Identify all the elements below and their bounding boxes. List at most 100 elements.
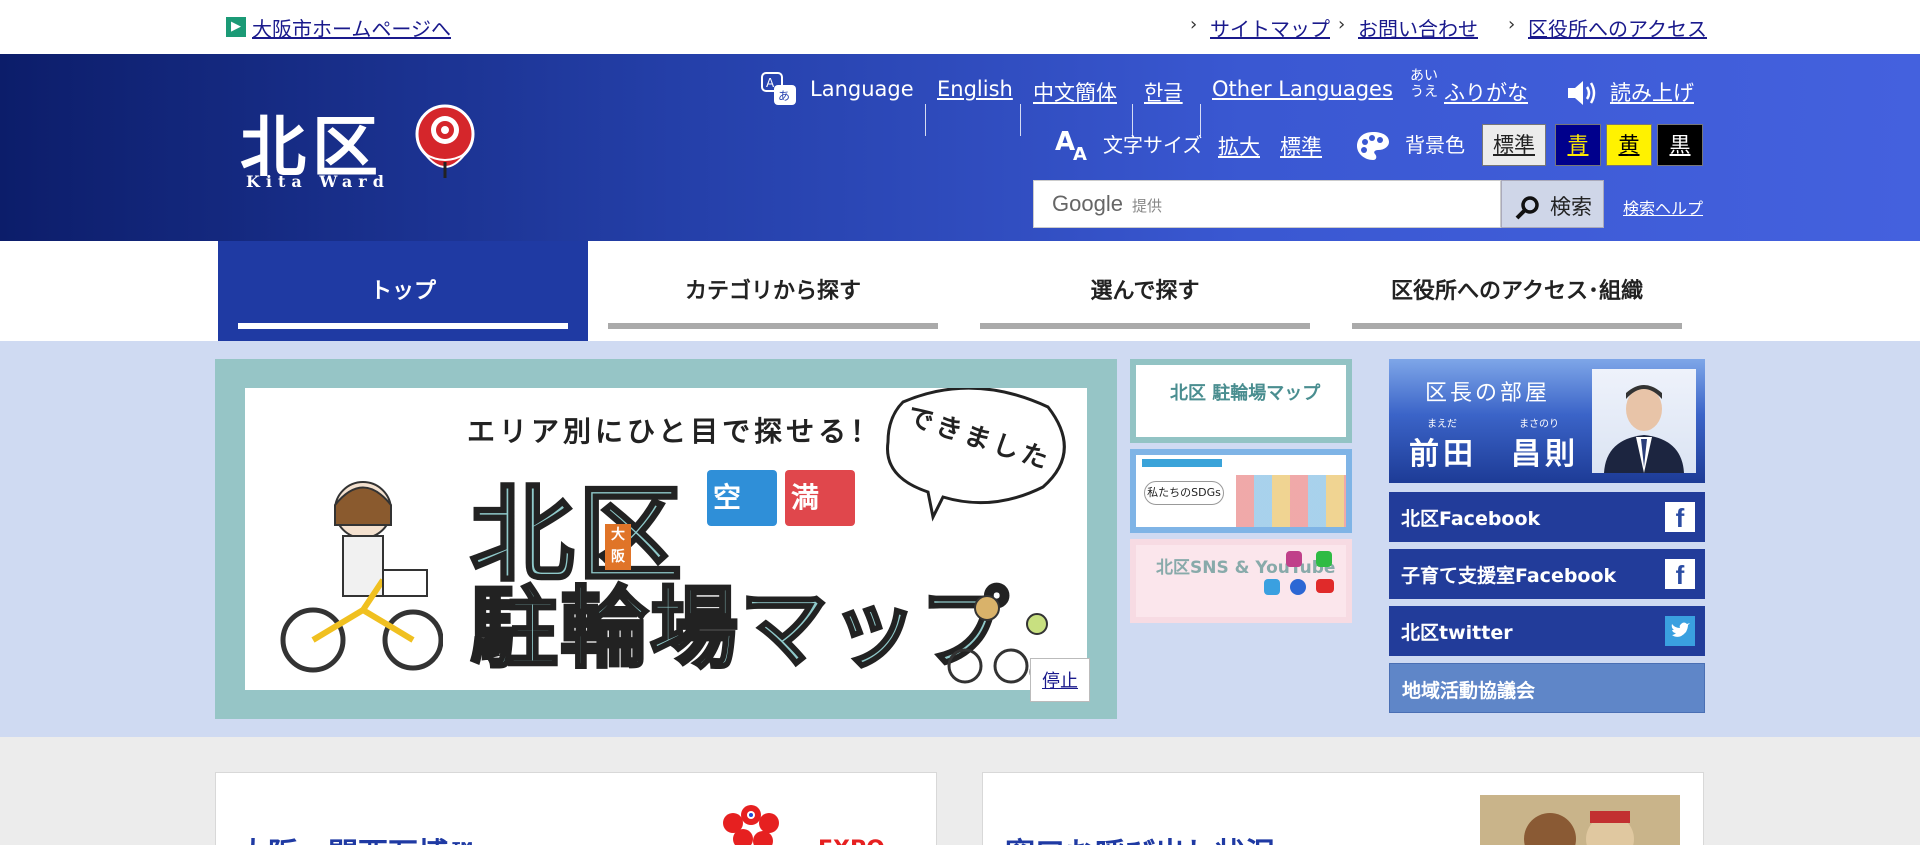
side-link-label: 北区twitter — [1401, 622, 1513, 644]
counter-status-photo — [1480, 795, 1680, 845]
read-aloud-link[interactable]: 読み上げ — [1610, 77, 1694, 107]
kita-facebook-link[interactable]: 北区Facebook f — [1389, 492, 1705, 542]
language-label: Language — [810, 77, 914, 101]
slide-title-line2: 駐輪場マップ — [468, 576, 1011, 682]
thumb-text: 北区SNS & YouTube — [1156, 558, 1336, 578]
girl-on-bicycle-illustration — [280, 481, 443, 673]
slide-caption: エリア別にひと目で探せる！ — [467, 415, 883, 448]
svg-text:A: A — [1073, 144, 1087, 162]
bg-black-button[interactable]: 黒 — [1657, 124, 1703, 166]
side-link-label: 地域活動協議会 — [1402, 680, 1536, 702]
sitemap-link[interactable]: サイトマップ — [1210, 13, 1330, 42]
tab-choose[interactable]: 選んで探す — [960, 241, 1330, 341]
mayor-photo — [1592, 369, 1696, 473]
kita-ward-logo[interactable]: 北区 Kita Ward — [240, 94, 490, 194]
tab-indicator — [1352, 323, 1682, 329]
lang-other-link[interactable]: Other Languages — [1212, 77, 1393, 101]
slide-bike-parking-map[interactable]: エリア別にひと目で探せる！ 北区 大阪 駐輪場マップ 空 満 できました — [245, 388, 1087, 690]
thumb-bike-map[interactable]: 北区 駐輪場マップ — [1130, 359, 1352, 443]
tab-label: トップ — [369, 279, 436, 304]
bg-standard-button[interactable]: 標準 — [1482, 124, 1546, 166]
search-icon — [1515, 196, 1539, 220]
mayor-ruby-family: まえだ — [1427, 419, 1457, 430]
facebook-icon: f — [1665, 502, 1695, 533]
lang-english-link[interactable]: English — [937, 77, 1013, 101]
tab-indicator — [238, 323, 568, 329]
osaka-city-home-link[interactable]: 大阪市ホームページへ — [252, 13, 451, 42]
banner-slider[interactable]: エリア別にひと目で探せる！ 北区 大阪 駐輪場マップ 空 満 できました — [215, 359, 1117, 719]
rose-emblem-icon — [415, 104, 475, 178]
expo-logo-text: EXPO — [818, 837, 885, 845]
mayor-room-banner[interactable]: 区長の部屋 まえだ まさのり 前田 昌則 — [1389, 359, 1705, 483]
separator — [925, 104, 926, 136]
svg-text:あ: あ — [778, 89, 790, 103]
facebook-icon — [1290, 579, 1306, 595]
counter-status-card[interactable]: 窓口お呼び出し状況 — [982, 772, 1704, 845]
bg-yellow-button[interactable]: 黄 — [1606, 124, 1652, 166]
tab-label: 選んで探す — [1090, 279, 1200, 304]
people-photo — [1236, 475, 1346, 527]
sign-full-label: 満 — [791, 481, 820, 514]
expo-card-title: 大阪・関西万博™ — [238, 829, 478, 845]
search-button-label: 検索 — [1550, 196, 1592, 219]
sign-full: 満 — [785, 470, 855, 526]
facebook-icon: f — [1665, 559, 1695, 590]
font-enlarge-link[interactable]: 拡大 — [1218, 131, 1260, 161]
mayor-room-title: 区長の部屋 — [1425, 381, 1551, 406]
instagram-icon — [1286, 551, 1302, 567]
childcare-facebook-link[interactable]: 子育て支援室Facebook f — [1389, 549, 1705, 599]
twitter-icon — [1264, 579, 1280, 595]
utility-bar: ▶ 大阪市ホームページへ › サイトマップ › お問い合わせ › 区役所へのアク… — [0, 0, 1920, 54]
lang-chinese-link[interactable]: 中文簡体 — [1033, 77, 1117, 107]
thumb-text: 北区 駐輪場マップ — [1170, 383, 1321, 404]
thumb-sns[interactable]: 北区SNS & YouTube — [1130, 539, 1352, 623]
thumb-sdgs[interactable]: 私たちのSDGs — [1130, 449, 1352, 533]
arrow-right-icon: ▶ — [226, 17, 246, 37]
kita-twitter-link[interactable]: 北区twitter — [1389, 606, 1705, 656]
chevron-right-icon: › — [1190, 14, 1198, 35]
mayor-name: 前田 昌則 — [1409, 437, 1579, 472]
translate-icon: A あ — [761, 72, 796, 105]
sign-empty-label: 空 — [713, 481, 742, 514]
expo-card[interactable]: 大阪・関西万博™ EXPO — [215, 772, 937, 845]
mayor-ruby-given: まさのり — [1519, 419, 1559, 430]
chevron-right-icon: › — [1508, 14, 1516, 35]
furigana-link[interactable]: ふりがな — [1444, 77, 1528, 107]
palette-icon — [1357, 132, 1389, 160]
chevron-right-icon: › — [1338, 14, 1346, 35]
community-council-link[interactable]: 地域活動協議会 — [1389, 663, 1705, 713]
contact-link[interactable]: お問い合わせ — [1358, 13, 1478, 42]
goals-stripe — [1142, 459, 1222, 467]
search-button[interactable]: 検索 — [1501, 180, 1604, 228]
side-link-label: 北区Facebook — [1401, 508, 1541, 530]
line-icon — [1316, 551, 1332, 567]
slider-pause-button[interactable]: 停止 — [1030, 658, 1090, 702]
tab-category[interactable]: カテゴリから探す — [588, 241, 958, 341]
twitter-bird-icon — [1665, 616, 1695, 646]
logo-romaji: Kita Ward — [246, 172, 390, 191]
main-nav: トップ カテゴリから探す 選んで探す 区役所へのアクセス･組織 — [0, 241, 1920, 341]
bg-blue-button[interactable]: 青 — [1555, 124, 1601, 166]
search-help-link[interactable]: 検索ヘルプ — [1623, 195, 1703, 219]
bg-color-label: 背景色 — [1405, 133, 1465, 157]
search-provider-label: 提供 — [1132, 197, 1163, 215]
font-standard-link[interactable]: 標準 — [1280, 131, 1322, 161]
tab-top[interactable]: トップ — [218, 241, 588, 341]
search-input[interactable] — [1164, 189, 1494, 221]
tab-access-org[interactable]: 区役所へのアクセス･組織 — [1332, 241, 1702, 341]
mascots-photo — [1480, 795, 1680, 845]
twitter-icon — [1665, 616, 1695, 646]
counter-status-title: 窓口お呼び出し状況 — [1005, 829, 1275, 845]
svg-text:A: A — [766, 76, 775, 90]
font-size-label: 文字サイズ — [1103, 133, 1203, 157]
youtube-icon — [1316, 579, 1334, 593]
separator — [1020, 104, 1021, 136]
mayor-portrait — [1604, 385, 1684, 473]
speaker-icon — [1568, 81, 1596, 105]
tab-label: 区役所へのアクセス･組織 — [1391, 279, 1643, 304]
tab-indicator — [608, 323, 938, 329]
access-link[interactable]: 区役所へのアクセス — [1528, 13, 1707, 42]
tab-indicator — [980, 323, 1310, 329]
thumb-text: 私たちのSDGs — [1144, 481, 1224, 505]
lang-korean-link[interactable]: 한글 — [1144, 77, 1183, 107]
